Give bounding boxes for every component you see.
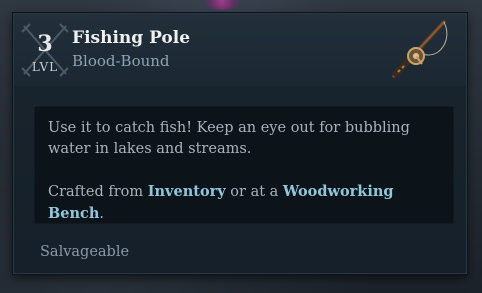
background-orb xyxy=(205,0,239,10)
fishing-pole-icon xyxy=(392,20,448,78)
item-binding: Blood-Bound xyxy=(72,52,170,70)
description-box: Use it to catch fish! Keep an eye out fo… xyxy=(34,106,454,224)
salvage-status: Salvageable xyxy=(40,244,130,260)
crafted-middle: or at a xyxy=(225,184,283,200)
description-line: Use it to catch fish! Keep an eye out fo… xyxy=(48,120,410,157)
description-text: Use it to catch fish! Keep an eye out fo… xyxy=(48,118,440,225)
crafted-prefix: Crafted from xyxy=(48,184,148,200)
crafting-info: Crafted from Inventory or at a Woodworki… xyxy=(48,181,440,225)
item-name: Fishing Pole xyxy=(72,28,191,48)
tooltip-header: 3 LVL Fishing Pole Blood-Bound xyxy=(14,14,466,86)
level-label: LVL xyxy=(31,60,59,74)
level-number: 3 xyxy=(37,31,53,57)
level-badge: 3 LVL xyxy=(20,22,70,78)
crafted-suffix: . xyxy=(99,206,105,222)
crafting-source-inventory: Inventory xyxy=(147,183,226,200)
item-tooltip: 3 LVL Fishing Pole Blood-Bound Use it to… xyxy=(13,13,467,274)
